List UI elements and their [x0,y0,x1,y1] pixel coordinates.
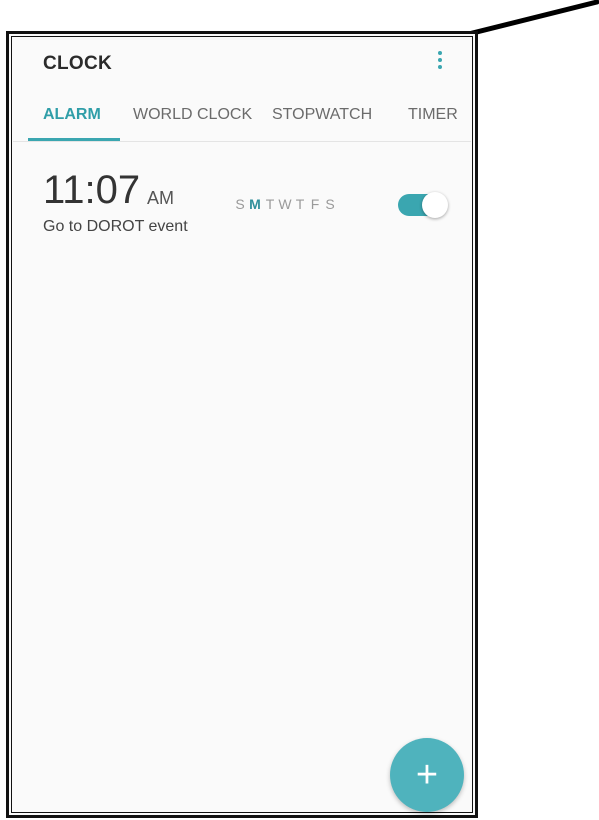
day-friday: F [310,196,321,212]
more-vert-icon[interactable] [434,51,446,73]
day-saturday: S [325,196,336,212]
plus-icon: + [415,754,439,796]
toggle-knob [422,192,448,218]
day-wednesday: W [278,196,293,212]
tab-divider [13,141,471,142]
tab-world-clock[interactable]: WORLD CLOCK [133,106,252,124]
app-title: CLOCK [43,53,113,74]
tab-timer[interactable]: TIMER [408,106,458,124]
add-alarm-button[interactable]: + [390,738,464,812]
day-thursday: T [295,196,306,212]
tab-stopwatch[interactable]: STOPWATCH [272,106,372,124]
alarm-time: 11:07 [43,168,141,212]
alarm-repeat-days: SMTWTFS [233,196,338,212]
alarm-enable-toggle[interactable] [398,192,448,218]
day-tuesday: T [265,196,276,212]
day-monday: M [249,196,262,212]
tab-alarm[interactable]: ALARM [43,106,101,124]
day-sunday: S [235,196,246,212]
alarm-ampm: AM [147,188,174,208]
alarm-label: Go to DOROT event [43,218,188,235]
phone-screen: CLOCK ALARM WORLD CLOCK STOPWATCH TIMER … [6,31,478,818]
